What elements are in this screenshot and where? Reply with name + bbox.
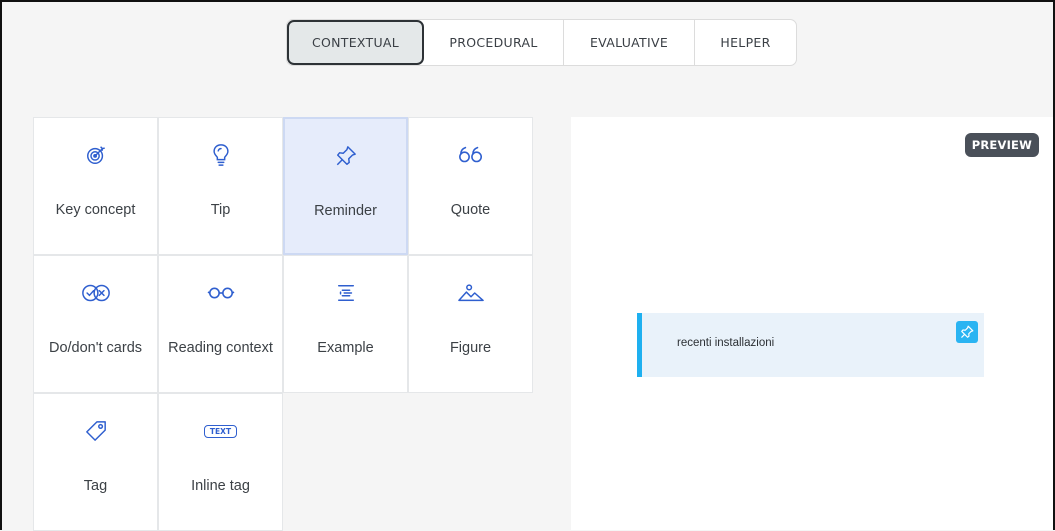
block-figure[interactable]: Figure [408,255,533,393]
glasses-icon [159,280,282,306]
preview-badge: PREVIEW [964,133,1039,157]
block-reminder[interactable]: Reminder [283,117,408,255]
reminder-text: recenti installazioni [677,337,775,349]
block-label: Inline tag [191,477,250,494]
pin-icon [285,143,406,169]
block-label: Example [317,339,374,356]
block-label: Figure [449,339,492,356]
block-label: Quote [450,201,491,218]
tab-evaluative[interactable]: EVALUATIVE [564,20,695,65]
category-tabs: CONTEXTUAL PROCEDURAL EVALUATIVE HELPER [286,19,797,66]
target-icon [34,142,157,168]
tab-contextual[interactable]: CONTEXTUAL [287,20,424,65]
block-tag[interactable]: Tag [33,393,158,531]
pin-icon [956,321,978,343]
preview-panel: PREVIEW recenti installazioni [571,117,1053,530]
block-key-concept[interactable]: Key concept [33,117,158,255]
block-inline-tag[interactable]: TEXT Inline tag [158,393,283,531]
block-example[interactable]: Example [283,255,408,393]
tab-procedural[interactable]: PROCEDURAL [424,20,564,65]
block-grid: Key concept Tip Reminder Quote Do/don't … [33,117,533,531]
reminder-preview-box: recenti installazioni [637,313,984,377]
tab-helper[interactable]: HELPER [695,20,796,65]
quote-icon [409,142,532,168]
text-tag-icon: TEXT [159,418,282,444]
block-label: Do/don't cards [48,339,143,356]
tag-icon [34,418,157,444]
block-reading-context[interactable]: Reading context [158,255,283,393]
block-label: Reminder [314,202,377,219]
block-label: Tag [83,477,108,494]
list-icon [284,280,407,306]
lightbulb-icon [159,142,282,168]
block-label: Key concept [55,201,136,218]
block-label: Tip [210,201,231,218]
text-tag-icon-label: TEXT [203,424,238,438]
block-label: Reading context [168,339,273,356]
mountain-image-icon [409,280,532,306]
block-do-dont-cards[interactable]: Do/don't cards [33,255,158,393]
block-tip[interactable]: Tip [158,117,283,255]
check-cross-icon [34,280,157,306]
block-quote[interactable]: Quote [408,117,533,255]
